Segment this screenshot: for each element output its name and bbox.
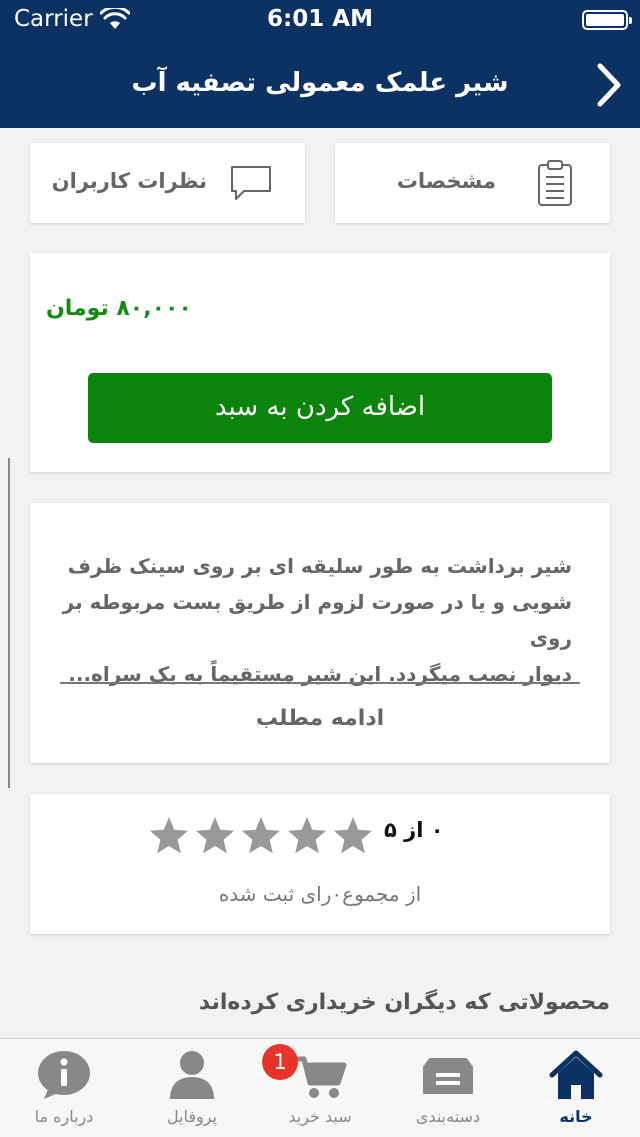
tab-specs[interactable]: مشخصات: [335, 143, 610, 223]
read-more-link[interactable]: ادامه مطلب: [0, 706, 640, 731]
comment-icon: [231, 166, 271, 200]
person-icon: [170, 1051, 214, 1099]
tab-reviews-label: نظرات کاربران: [51, 169, 207, 193]
description-line: دیوار نصب میگردد. این شیر مستقیماً به یک…: [68, 662, 572, 686]
clipboard-icon: [538, 160, 572, 206]
tabbar-cart-label: سبد خرید: [288, 1107, 352, 1126]
status-bar: Carrier 6:01 AM: [0, 0, 640, 40]
battery-icon: [582, 10, 632, 30]
back-button[interactable]: [592, 60, 626, 110]
scroll-indicator: [8, 458, 10, 788]
star-icon: [334, 817, 372, 854]
star-icon: [288, 817, 326, 854]
product-description: شیر برداشت به طور سلیقه ای بر روی سینک ظ…: [50, 548, 572, 692]
product-price: ۸۰,۰۰۰ تومان: [46, 296, 192, 321]
clock: 6:01 AM: [267, 6, 373, 32]
description-line: شویی و یا در صورت لزوم از طریق بست مربوط…: [62, 590, 572, 650]
rating-stars: [148, 815, 378, 857]
star-icon: [196, 817, 234, 854]
tabbar-profile[interactable]: پروفایل: [128, 1039, 256, 1137]
tabbar-categories[interactable]: دسته‌بندی: [384, 1039, 512, 1137]
categories-icon: [423, 1058, 473, 1094]
description-line: شیر برداشت به طور سلیقه ای بر روی سینک ظ…: [67, 554, 572, 578]
tab-specs-label: مشخصات: [396, 169, 496, 193]
tabbar-about[interactable]: درباره ما: [0, 1039, 128, 1137]
home-icon: [549, 1050, 603, 1099]
chevron-right-icon: [597, 63, 621, 107]
star-icons: [150, 817, 372, 854]
tabbar-categories-label: دسته‌بندی: [415, 1107, 481, 1126]
add-to-cart-button[interactable]: اضافه کردن به سبد: [88, 373, 552, 443]
star-icon: [242, 817, 280, 854]
tab-reviews[interactable]: نظرات کاربران: [30, 143, 305, 223]
tab-bar: خانه دسته‌بندی سبد خرید پروفایل: [0, 1038, 640, 1137]
divider: [60, 682, 580, 684]
votes-count: از مجموع۰رای ثبت شده: [218, 882, 422, 906]
rating-score: ۰ از ۵: [384, 818, 444, 842]
others-bought-heading: محصولاتی که دیگران خریداری کرده‌اند: [198, 990, 610, 1015]
tabbar-profile-label: پروفایل: [166, 1107, 218, 1126]
cart-icon: [292, 1056, 347, 1098]
nav-bar: شیر علمک معمولی تصفیه آب: [0, 40, 640, 128]
tabbar-home-label: خانه: [559, 1107, 593, 1126]
tabbar-home[interactable]: خانه: [512, 1039, 640, 1137]
cart-badge: 1: [262, 1044, 298, 1080]
page-title: شیر علمک معمولی تصفیه آب: [131, 68, 509, 98]
tabbar-about-label: درباره ما: [34, 1107, 94, 1126]
star-icon: [150, 817, 188, 854]
info-icon: [38, 1051, 90, 1099]
